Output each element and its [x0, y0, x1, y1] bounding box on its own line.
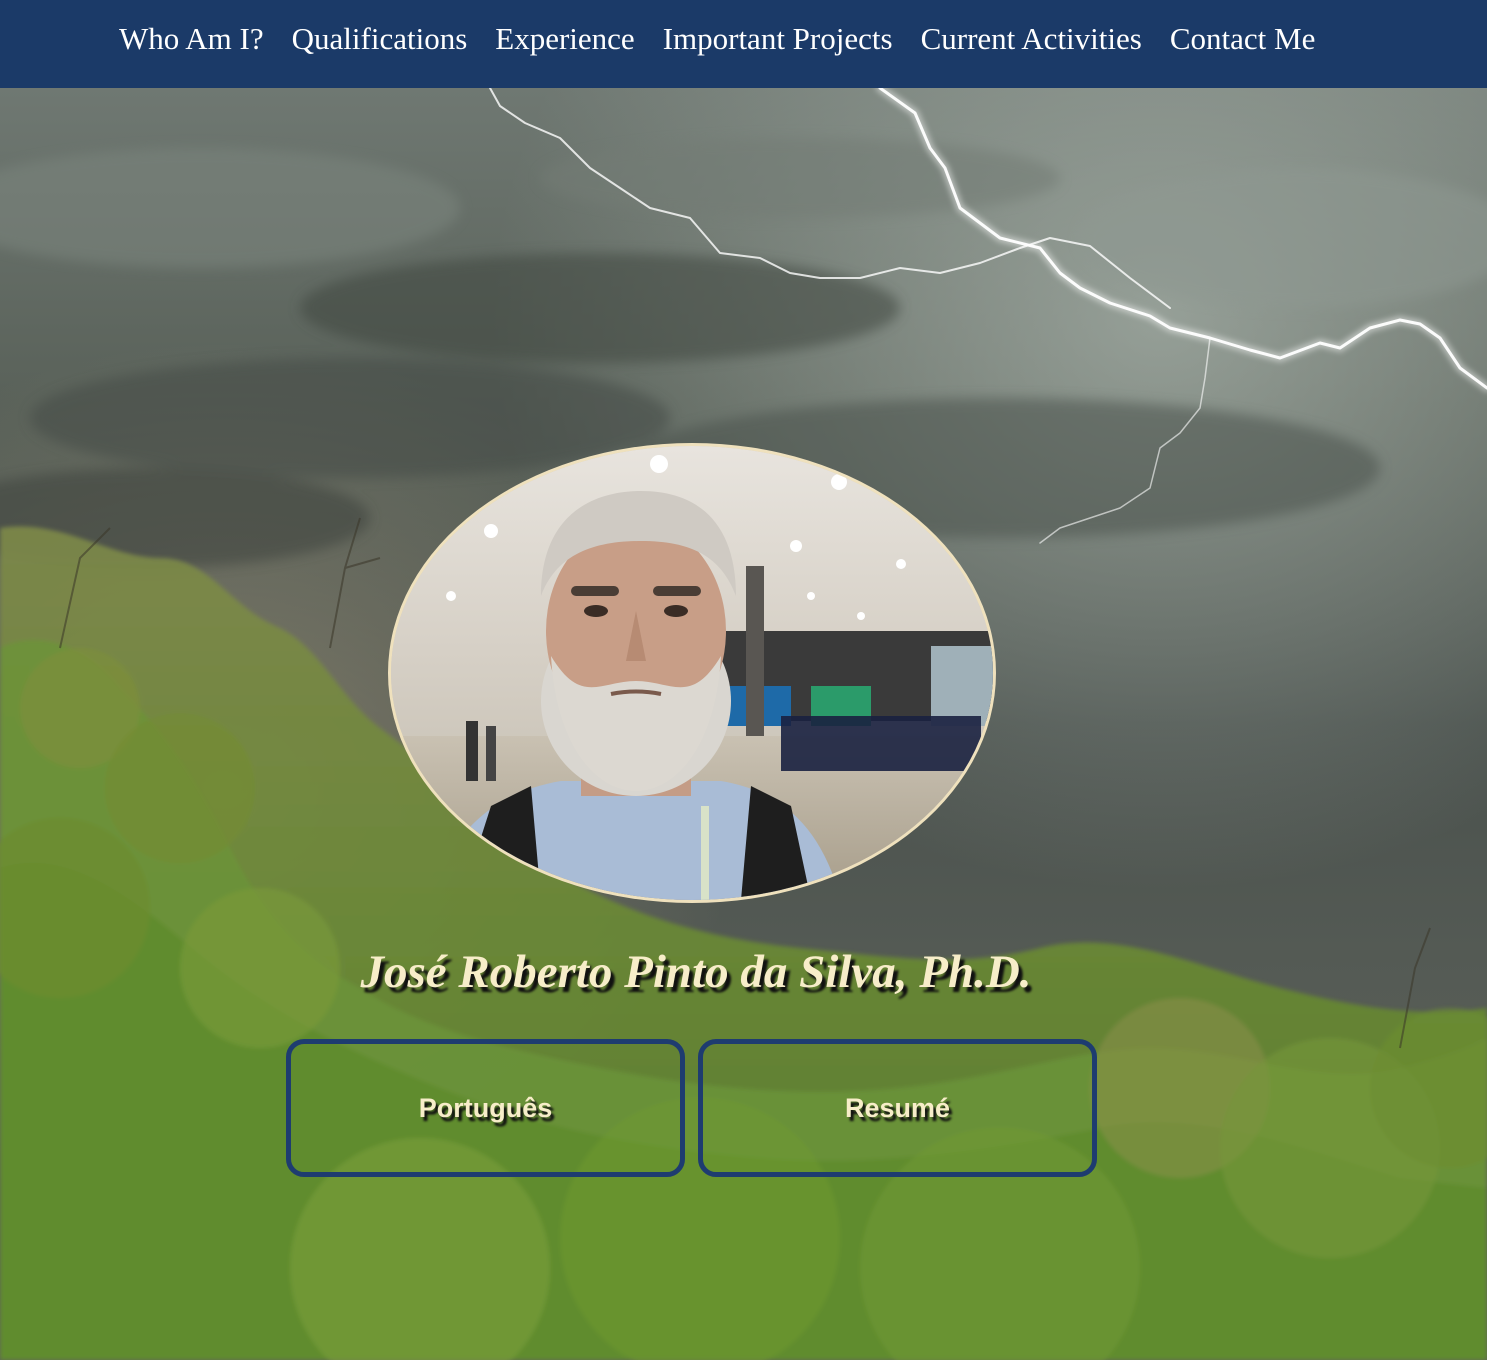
nav-link-important-projects[interactable]: Important Projects: [663, 21, 893, 56]
portugues-button-label: Português: [418, 1092, 553, 1123]
nav-menu: Who Am I? Qualifications Experience Impo…: [119, 20, 1315, 58]
nav-item-current-activities: Current Activities: [921, 20, 1142, 58]
page: Who Am I? Qualifications Experience Impo…: [0, 0, 1487, 1360]
profile-photo: [388, 443, 996, 903]
nav-item-contact-me: Contact Me: [1170, 20, 1316, 58]
profile-name-heading: José Roberto Pinto da Silva, Ph.D.: [360, 946, 1032, 998]
nav-link-current-activities[interactable]: Current Activities: [921, 21, 1142, 56]
resume-button-label: Resumé: [844, 1092, 951, 1123]
resume-button[interactable]: Resumé: [698, 1039, 1097, 1177]
portugues-button[interactable]: Português: [286, 1039, 685, 1177]
nav-link-qualifications[interactable]: Qualifications: [292, 21, 468, 56]
nav-item-qualifications: Qualifications: [292, 20, 468, 58]
nav-link-experience[interactable]: Experience: [495, 21, 634, 56]
nav-link-who-am-i[interactable]: Who Am I?: [119, 21, 264, 56]
profile-photo-image: [391, 446, 993, 900]
nav-item-experience: Experience: [495, 20, 634, 58]
nav-item-who-am-i: Who Am I?: [119, 20, 264, 58]
nav-item-important-projects: Important Projects: [663, 20, 893, 58]
top-navigation-bar: Who Am I? Qualifications Experience Impo…: [0, 0, 1487, 88]
nav-link-contact-me[interactable]: Contact Me: [1170, 21, 1316, 56]
